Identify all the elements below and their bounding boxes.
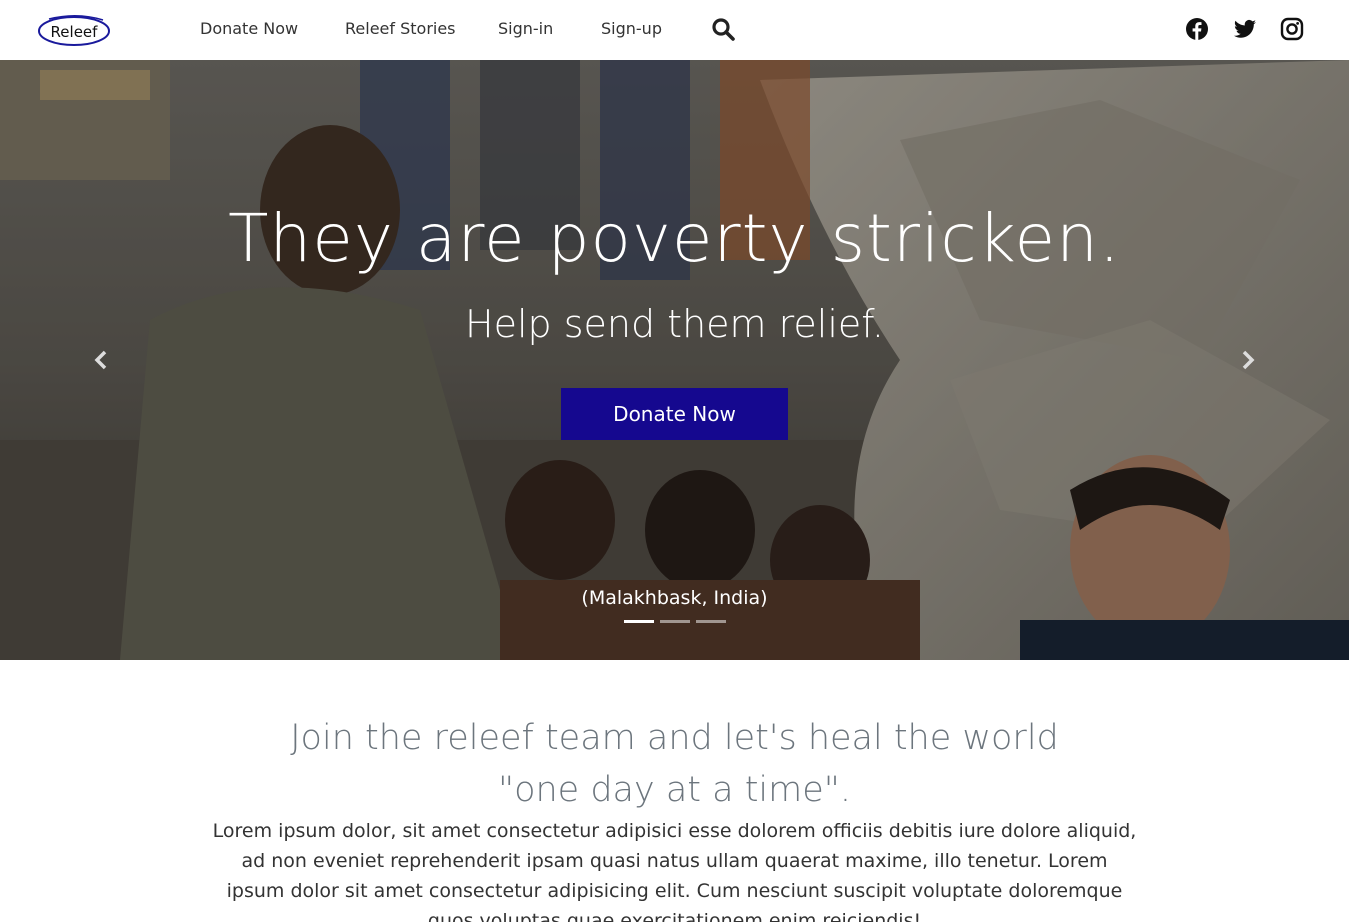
donate-now-button[interactable]: Donate Now	[561, 388, 788, 440]
instagram-icon[interactable]	[1280, 17, 1304, 41]
carousel-indicator-3[interactable]	[696, 620, 726, 623]
chevron-left-icon[interactable]	[91, 348, 111, 372]
facebook-icon[interactable]	[1185, 17, 1209, 41]
hero-subtitle: Help send them relief.	[465, 302, 884, 346]
chevron-right-icon[interactable]	[1238, 348, 1258, 372]
releef-logo[interactable]: Releef	[37, 14, 111, 47]
carousel-indicator-2[interactable]	[660, 620, 690, 623]
hero-carousel: They are poverty stricken. Help send the…	[0, 60, 1349, 660]
nav-sign-up[interactable]: Sign-up	[601, 19, 662, 38]
nav-releef-stories[interactable]: Releef Stories	[345, 19, 456, 38]
carousel-indicators	[624, 620, 726, 624]
hero-overlay	[0, 60, 1349, 660]
intro-heading-line-1: Join the releef team and let's heal the …	[290, 718, 1059, 758]
navbar: Releef Donate Now Releef Stories Sign-in…	[0, 0, 1349, 60]
twitter-icon[interactable]	[1233, 17, 1257, 41]
intro-body-text: Lorem ipsum dolor, sit amet consectetur …	[212, 820, 1137, 922]
slide-caption: (Malakhbask, India)	[581, 587, 768, 609]
nav-sign-in[interactable]: Sign-in	[498, 19, 553, 38]
hero-title: They are poverty stricken.	[228, 200, 1121, 277]
carousel-indicator-1[interactable]	[624, 620, 654, 623]
logo-text: Releef	[51, 23, 99, 41]
nav-donate-now[interactable]: Donate Now	[200, 19, 298, 38]
search-icon[interactable]	[711, 17, 735, 41]
intro-heading-line-2: "one day at a time".	[497, 770, 852, 810]
intro-heading: Join the releef team and let's heal the …	[0, 712, 1349, 816]
